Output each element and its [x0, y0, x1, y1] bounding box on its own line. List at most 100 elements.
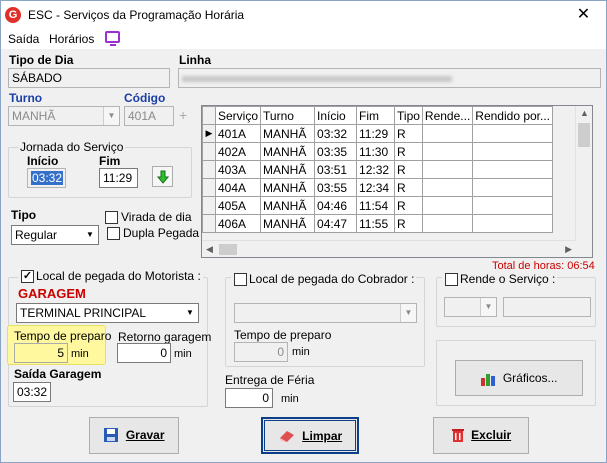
cell: 406A	[214, 214, 262, 233]
table-row[interactable]: 405A MANHÃ 04:46 11:54 R	[202, 196, 554, 215]
menu-horarios[interactable]: Horários	[49, 32, 94, 46]
cobrador-tempo-label: Tempo de preparo	[234, 328, 332, 342]
cell: MANHÃ	[260, 178, 316, 197]
tipo-value: Regular	[15, 228, 58, 242]
cell: R	[394, 178, 423, 197]
graficos-label: Gráficos...	[502, 371, 558, 385]
eraser-icon	[279, 430, 294, 442]
cell	[472, 124, 554, 143]
plus-icon[interactable]: +	[179, 107, 187, 123]
cobrador-title: Local de pegada do Cobrador :	[231, 272, 417, 286]
cell: R	[394, 214, 423, 233]
cell	[421, 142, 474, 161]
cell: 04:46	[314, 196, 358, 215]
cell: 404A	[214, 178, 262, 197]
trash-icon	[451, 429, 464, 442]
retorno-label: Retorno garagem	[118, 330, 212, 344]
horizontal-scrollbar[interactable]: ◀ ▶	[202, 240, 576, 257]
scroll-thumb[interactable]	[578, 123, 590, 147]
cell: MANHÃ	[260, 214, 316, 233]
rende-select[interactable]: ▼	[444, 297, 497, 317]
main-window: G ESC - Serviços da Programação Horária …	[0, 0, 607, 463]
scroll-thumb[interactable]	[219, 244, 237, 255]
local-motorista-select[interactable]: TERMINAL PRINCIPAL ▼	[16, 303, 199, 323]
cell	[472, 160, 554, 179]
table-row[interactable]: 403A MANHÃ 03:51 12:32 R	[202, 160, 554, 179]
menu-bar: Saída Horários	[1, 29, 606, 49]
scroll-up-icon[interactable]: ▲	[580, 108, 589, 118]
cell: 12:32	[356, 160, 396, 179]
table-row[interactable]: 406A MANHÃ 04:47 11:55 R	[202, 214, 554, 233]
inicio-field[interactable]: 03:32	[27, 168, 66, 188]
gravar-button[interactable]: Gravar	[89, 417, 179, 454]
window-title: ESC - Serviços da Programação Horária	[28, 8, 245, 22]
tipo-dia-field: SÁBADO	[8, 68, 170, 88]
virada-checkbox[interactable]	[105, 211, 118, 224]
close-button[interactable]: ✕	[561, 1, 606, 29]
rende-title: Rende o Serviço :	[442, 272, 558, 286]
cobrador-tempo-unit: min	[292, 346, 310, 358]
local-cobrador-select[interactable]: ▼	[234, 303, 417, 323]
fim-field[interactable]: 11:29	[99, 168, 138, 188]
motorista-checkbox[interactable]: ✓	[21, 270, 34, 283]
green-arrow-down-icon	[157, 170, 169, 184]
col-turno[interactable]: Turno	[260, 106, 316, 125]
table-row[interactable]: 402A MANHÃ 03:35 11:30 R	[202, 142, 554, 161]
menu-saida[interactable]: Saída	[8, 32, 39, 46]
chevron-down-icon: ▼	[82, 226, 98, 244]
table-row[interactable]: 404A MANHÃ 03:55 12:34 R	[202, 178, 554, 197]
save-icon	[104, 428, 119, 442]
limpar-button[interactable]: Limpar	[261, 417, 359, 454]
cell: MANHÃ	[260, 142, 316, 161]
turno-label: Turno	[9, 91, 43, 105]
col-inicio[interactable]: Início	[314, 106, 358, 125]
jornada-title: Jornada do Serviço	[18, 140, 126, 154]
col-fim[interactable]: Fim	[356, 106, 396, 125]
vertical-scrollbar[interactable]: ▲	[575, 106, 592, 240]
tipo-select[interactable]: Regular ▼	[11, 225, 99, 245]
excluir-button[interactable]: Excluir	[433, 417, 529, 454]
arrow-down-button[interactable]	[152, 166, 173, 187]
col-rende[interactable]: Rende...	[421, 106, 474, 125]
current-row-indicator-icon: ▶	[202, 124, 216, 143]
title-bar: G ESC - Serviços da Programação Horária …	[1, 1, 606, 29]
retorno-field[interactable]: 0	[117, 343, 171, 363]
chevron-down-icon: ▼	[400, 304, 416, 322]
table-row[interactable]: ▶ 401A MANHÃ 03:32 11:29 R	[202, 124, 554, 143]
col-servico[interactable]: Serviço	[214, 106, 262, 125]
cobrador-tempo-field[interactable]: 0	[234, 342, 288, 362]
inicio-value: 03:32	[31, 171, 64, 185]
turno-select[interactable]: MANHÃ ▼	[8, 106, 120, 126]
col-rendido[interactable]: Rendido por...	[472, 106, 554, 125]
rende-checkbox[interactable]	[445, 273, 458, 286]
col-tipo[interactable]: Tipo	[394, 106, 423, 125]
tipo-label: Tipo	[11, 208, 37, 222]
cell: 11:55	[356, 214, 396, 233]
chevron-down-icon: ▼	[103, 107, 119, 125]
scroll-right-icon[interactable]: ▶	[565, 244, 572, 255]
tempo-preparo-field[interactable]: 5	[14, 343, 68, 363]
cell: 405A	[214, 196, 262, 215]
cell: MANHÃ	[260, 124, 316, 143]
codigo-field[interactable]: 401A	[124, 106, 174, 126]
cell	[421, 160, 474, 179]
scroll-left-icon[interactable]: ◀	[206, 244, 213, 255]
dupla-label: Dupla Pegada	[123, 226, 200, 240]
chevron-down-icon: ▼	[480, 298, 496, 316]
fim-label: Fim	[99, 154, 121, 168]
cell: 11:30	[356, 142, 396, 161]
saida-garagem-field[interactable]: 03:32	[13, 382, 51, 402]
graficos-button[interactable]: Gráficos...	[455, 360, 583, 396]
cell: R	[394, 124, 423, 143]
cell: 04:47	[314, 214, 358, 233]
monitor-icon[interactable]	[105, 31, 120, 46]
entrega-field[interactable]: 0	[225, 388, 273, 408]
services-grid[interactable]: Serviço Turno Início Fim Tipo Rende... R…	[201, 105, 593, 258]
tempo-preparo-label: Tempo de preparo	[14, 329, 112, 343]
cobrador-checkbox[interactable]	[234, 273, 247, 286]
rende-field[interactable]	[503, 297, 591, 317]
dupla-checkbox[interactable]	[107, 227, 120, 240]
cell: 03:32	[314, 124, 358, 143]
motorista-title: Local de pegada do Motorista :	[18, 269, 203, 283]
inicio-label: Início	[27, 154, 59, 168]
